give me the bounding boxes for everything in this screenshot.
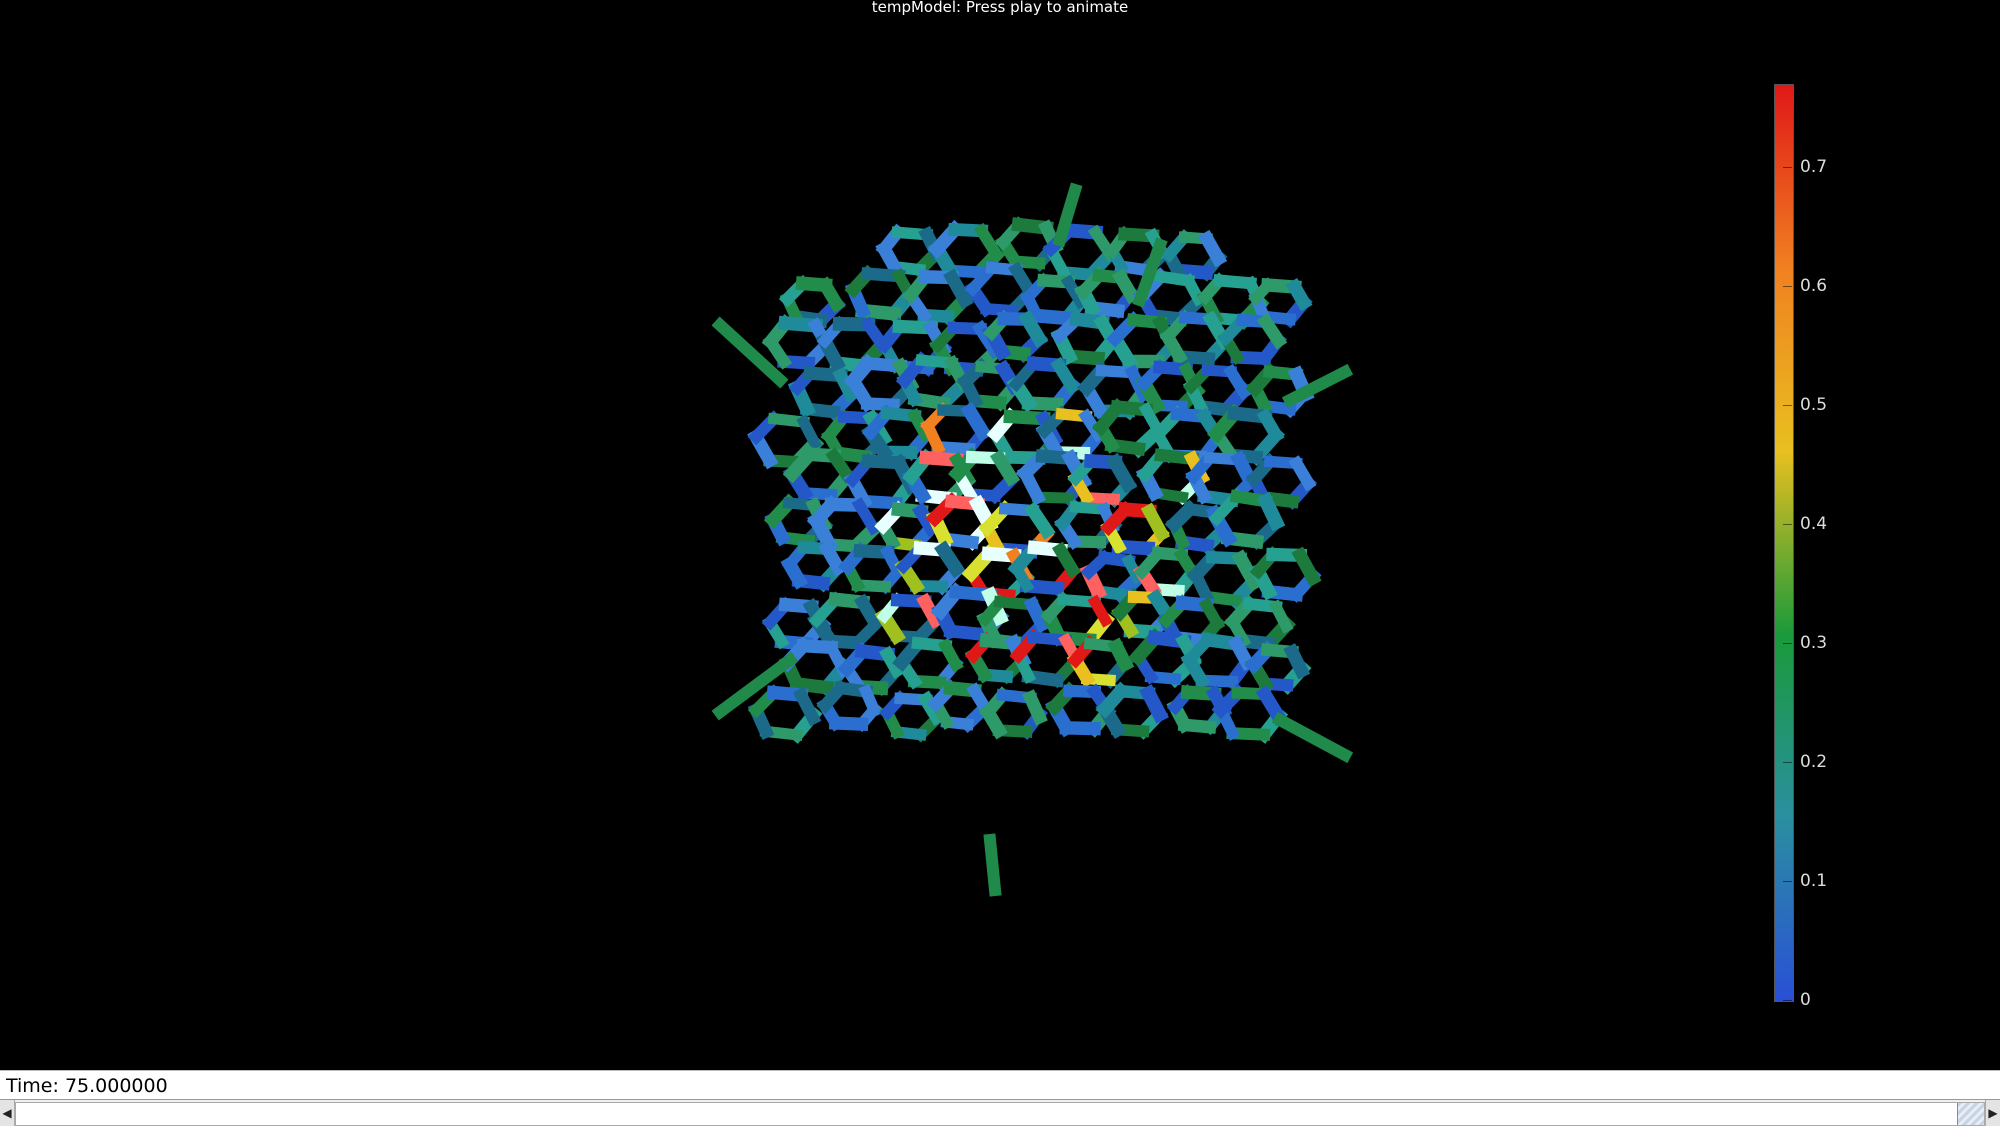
lattice-strut — [1297, 463, 1309, 483]
lattice-strut — [1266, 501, 1276, 522]
colorbar-tick-label: 0.6 — [1800, 276, 1827, 296]
lattice-strut — [1117, 647, 1126, 664]
colorbar — [1774, 84, 1794, 1002]
colorbar-tick-mark — [1783, 524, 1792, 525]
colorbar-tick-label: 0.5 — [1800, 395, 1827, 415]
lattice-strut — [866, 691, 874, 710]
lattice-strut — [952, 278, 965, 301]
colorbar-tick-mark — [1783, 643, 1792, 644]
lattice-strut — [804, 422, 815, 443]
lattice-strut — [974, 691, 984, 707]
lattice-strut — [860, 505, 874, 528]
arrow-left-icon: ◀ — [2, 1106, 11, 1120]
colorbar-tick-label: 0.3 — [1800, 633, 1827, 653]
colorbar-tick-mark — [1783, 881, 1792, 882]
lattice-strut — [1149, 511, 1161, 533]
colorbar-tick-label: 0.4 — [1800, 514, 1827, 534]
colorbar-tick-label: 0.7 — [1800, 157, 1827, 177]
lattice-strut — [1266, 322, 1279, 341]
scroll-thumb[interactable] — [1957, 1103, 1984, 1125]
lattice-strut — [1292, 652, 1301, 671]
lattice-strut — [990, 840, 995, 890]
colorbar-tick-mark — [1783, 1000, 1792, 1001]
lattice-strut — [827, 549, 838, 568]
colorbar-tick-mark — [1783, 286, 1792, 287]
scroll-right-button[interactable]: ▶ — [1985, 1100, 2000, 1126]
lattice-strut — [1265, 417, 1276, 436]
colorbar-tick-label: 0.2 — [1800, 752, 1827, 772]
scroll-track[interactable] — [15, 1102, 1985, 1126]
lattice-struts — [720, 190, 1345, 890]
lattice-strut — [1300, 555, 1313, 578]
lattice-strut — [970, 411, 983, 432]
lattice-strut — [888, 552, 898, 571]
lattice-strut — [801, 695, 813, 718]
lattice-strut — [1206, 605, 1217, 624]
lattice-strut — [1121, 277, 1131, 295]
lattice-model[interactable] — [0, 0, 2000, 1070]
time-readout: Time: 75.000000 — [6, 1075, 168, 1097]
colorbar-tick-label: 0 — [1800, 990, 1811, 1010]
lattice-strut — [1295, 287, 1304, 302]
lattice-strut — [863, 602, 875, 623]
lattice-strut — [1031, 698, 1040, 717]
lattice-strut — [944, 550, 956, 568]
arrow-right-icon: ▶ — [1988, 1106, 1997, 1120]
lattice-strut — [1231, 372, 1244, 392]
lattice-strut — [1115, 462, 1128, 484]
lattice-strut — [825, 285, 836, 304]
lattice-strut — [1095, 602, 1105, 620]
status-bar: Time: 75.000000 — [0, 1070, 2000, 1099]
lattice-strut — [1276, 607, 1286, 626]
lattice-strut — [1033, 511, 1046, 531]
lattice-strut — [1149, 694, 1160, 715]
colorbar-tick-mark — [1783, 405, 1792, 406]
lattice-strut — [1280, 720, 1345, 755]
colorbar-tick-mark — [1783, 762, 1792, 763]
time-scrollbar[interactable]: ◀ ▶ — [0, 1099, 2000, 1126]
lattice-strut — [1017, 270, 1030, 291]
lattice-strut — [946, 646, 956, 665]
lattice-strut — [1207, 239, 1218, 259]
lattice-strut — [1189, 281, 1199, 299]
lattice-strut — [1032, 605, 1042, 625]
lattice-strut — [1059, 365, 1072, 386]
lattice-strut — [982, 231, 996, 254]
scroll-left-button[interactable]: ◀ — [0, 1100, 15, 1126]
lattice-strut — [1061, 550, 1073, 570]
lattice-strut — [1236, 644, 1246, 663]
colorbar-tick-label: 0.1 — [1800, 871, 1827, 891]
colorbar-tick-mark — [1783, 167, 1792, 168]
render-viewport[interactable]: tempModel: Press play to animate 00.10.2… — [0, 0, 2000, 1070]
